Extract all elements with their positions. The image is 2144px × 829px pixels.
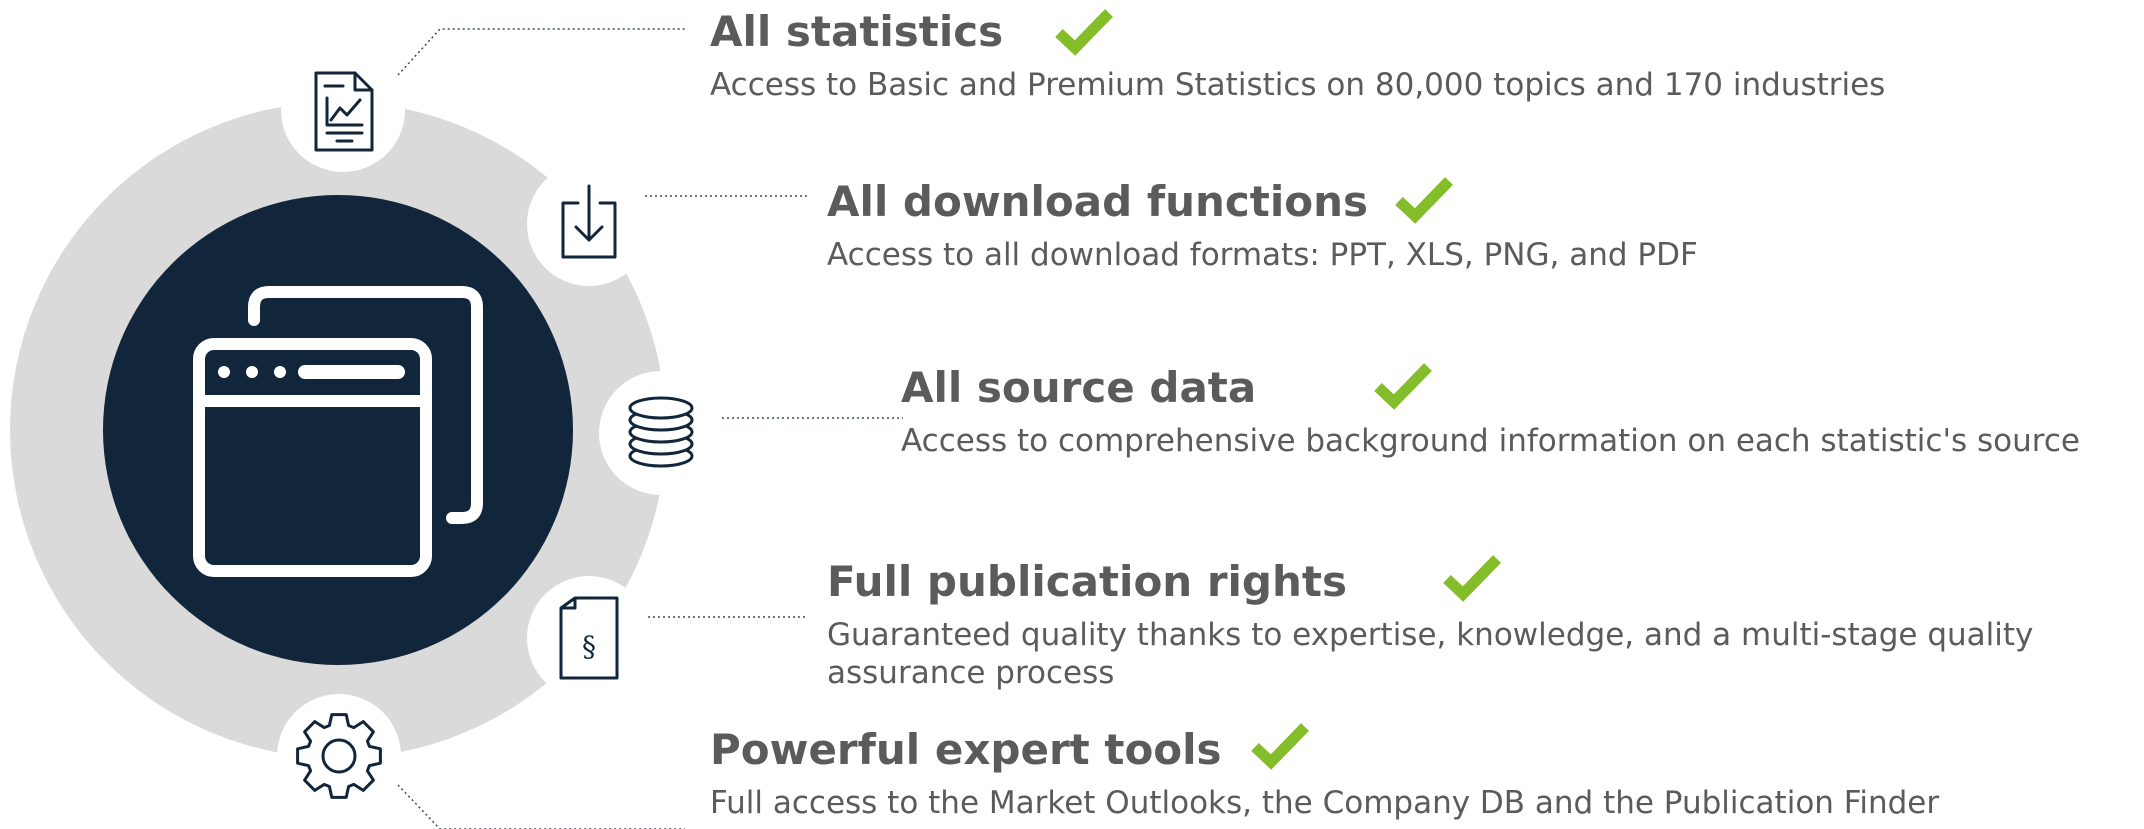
feature-description: Access to comprehensive background infor…: [901, 423, 2080, 459]
check-icon: [1251, 723, 1309, 770]
feature-title: All statistics: [710, 7, 1004, 56]
database-icon: [628, 396, 694, 468]
center-disc: [103, 195, 573, 665]
check-icon: [1443, 555, 1501, 602]
feature-statistics: All statistics Access to Basic and Premi…: [710, 6, 2144, 104]
badge-tools: [277, 694, 401, 818]
connector-line-statistics: [397, 28, 685, 76]
svg-text:§: §: [582, 630, 596, 663]
feature-tools: Powerful expert tools Full access to the…: [710, 724, 2144, 822]
feature-title: All download functions: [827, 177, 1369, 226]
feature-description: Guaranteed quality thanks to expertise, …: [827, 617, 2034, 691]
feature-source: All source data Access to comprehensive …: [901, 362, 2144, 460]
feature-download: All download functions Access to all dow…: [827, 176, 2144, 274]
feature-description: Access to all download formats: PPT, XLS…: [827, 237, 1698, 273]
feature-description: Access to Basic and Premium Statistics o…: [710, 67, 1886, 103]
feature-title: Powerful expert tools: [710, 725, 1222, 774]
feature-description: Full access to the Market Outlooks, the …: [710, 785, 1940, 821]
check-icon: [1395, 177, 1453, 224]
check-icon: [1374, 363, 1432, 410]
check-icon: [1055, 9, 1113, 56]
feature-title: All source data: [901, 363, 1257, 412]
connector-line-tools: [397, 784, 685, 829]
